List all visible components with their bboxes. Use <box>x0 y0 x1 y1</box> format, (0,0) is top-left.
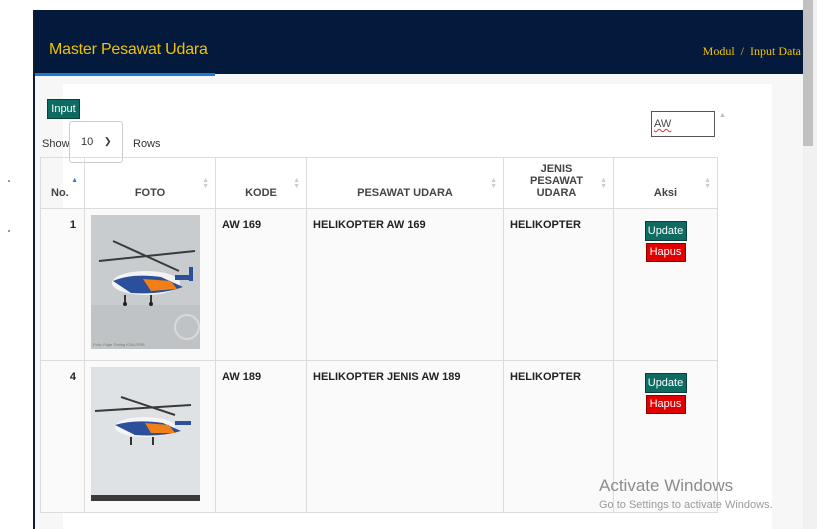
sort-icon: ▲ ▼ <box>490 177 497 190</box>
activate-windows-title: Activate Windows <box>599 476 734 495</box>
helicopter-photo: Foto: Fajar Tobing /GALERIB <box>91 215 200 349</box>
page-title: Master Pesawat Udara <box>49 41 208 58</box>
page-scrollbar-thumb[interactable] <box>803 0 813 146</box>
rows-label: Rows <box>133 138 161 150</box>
sort-icon: ▲ ▼ <box>293 177 300 190</box>
update-button[interactable]: Update <box>644 373 687 393</box>
cell-aksi: Update Hapus <box>613 208 718 361</box>
search-value: AW <box>654 118 672 130</box>
input-button[interactable]: Input <box>47 99 80 119</box>
cell-foto <box>84 360 216 513</box>
column-header-foto[interactable]: FOTO ▲ ▼ <box>84 157 216 209</box>
table-row: 1 Foto: Fajar Tobing /GALERIB AW 169 HEL… <box>40 208 718 361</box>
sort-asc-icon: ▲ <box>71 177 78 184</box>
breadcrumb: Modul / Input Data <box>700 44 801 59</box>
cell-no: 4 <box>40 360 85 513</box>
cell-pesawat-udara: HELIKOPTER AW 169 <box>306 208 504 361</box>
hapus-button[interactable]: Hapus <box>645 243 686 262</box>
page-header: Master Pesawat Udara Modul / Input Data <box>35 10 805 74</box>
cell-foto: Foto: Fajar Tobing /GALERIB <box>84 208 216 361</box>
scroll-up-arrow-icon[interactable]: ▲ <box>719 112 726 119</box>
photo-caption: Foto: Fajar Tobing /GALERIB <box>93 342 145 347</box>
edge-mark <box>8 180 10 182</box>
header-accent-bar <box>35 73 215 76</box>
cell-jenis: HELIKOPTER <box>503 208 614 361</box>
rows-per-page-value: 10 <box>81 136 94 148</box>
data-table: No. ▲ FOTO ▲ ▼ KODE ▲ ▼ PESAWAT UDARA ▲ ▼ JENIS… <box>40 157 718 513</box>
column-header-pesawat-udara[interactable]: PESAWAT UDARA ▲ ▼ <box>306 157 504 209</box>
activate-windows-subtitle: Go to Settings to activate Windows. <box>599 499 773 511</box>
breadcrumb-separator: / <box>740 44 745 58</box>
helicopter-photo <box>91 367 200 501</box>
column-header-jenis[interactable]: JENIS PESAWAT UDARA ▲ ▼ <box>503 157 614 209</box>
sort-icon: ▲ ▼ <box>600 177 607 190</box>
hapus-button[interactable]: Hapus <box>645 395 686 414</box>
edge-mark <box>8 230 10 232</box>
sort-icon: ▲ ▼ <box>704 177 711 190</box>
search-input[interactable]: AW <box>651 111 715 137</box>
cell-no: 1 <box>40 208 85 361</box>
table-header-row: No. ▲ FOTO ▲ ▼ KODE ▲ ▼ PESAWAT UDARA ▲ ▼ JENIS… <box>40 157 718 209</box>
breadcrumb-input-data[interactable]: Input Data <box>750 44 801 58</box>
show-label: Show <box>42 138 70 150</box>
cell-kode: AW 169 <box>215 208 307 361</box>
chevron-down-icon: ❯ <box>104 136 112 146</box>
sort-icon: ▲ ▼ <box>202 177 209 190</box>
column-header-kode[interactable]: KODE ▲ ▼ <box>215 157 307 209</box>
column-header-aksi[interactable]: Aksi ▲ ▼ <box>613 157 718 209</box>
update-button[interactable]: Update <box>644 221 687 241</box>
cell-pesawat-udara: HELIKOPTER JENIS AW 189 <box>306 360 504 513</box>
cell-kode: AW 189 <box>215 360 307 513</box>
column-header-no[interactable]: No. ▲ <box>40 157 85 209</box>
cell-jenis: HELIKOPTER <box>503 360 614 513</box>
breadcrumb-modul[interactable]: Modul <box>703 44 735 58</box>
